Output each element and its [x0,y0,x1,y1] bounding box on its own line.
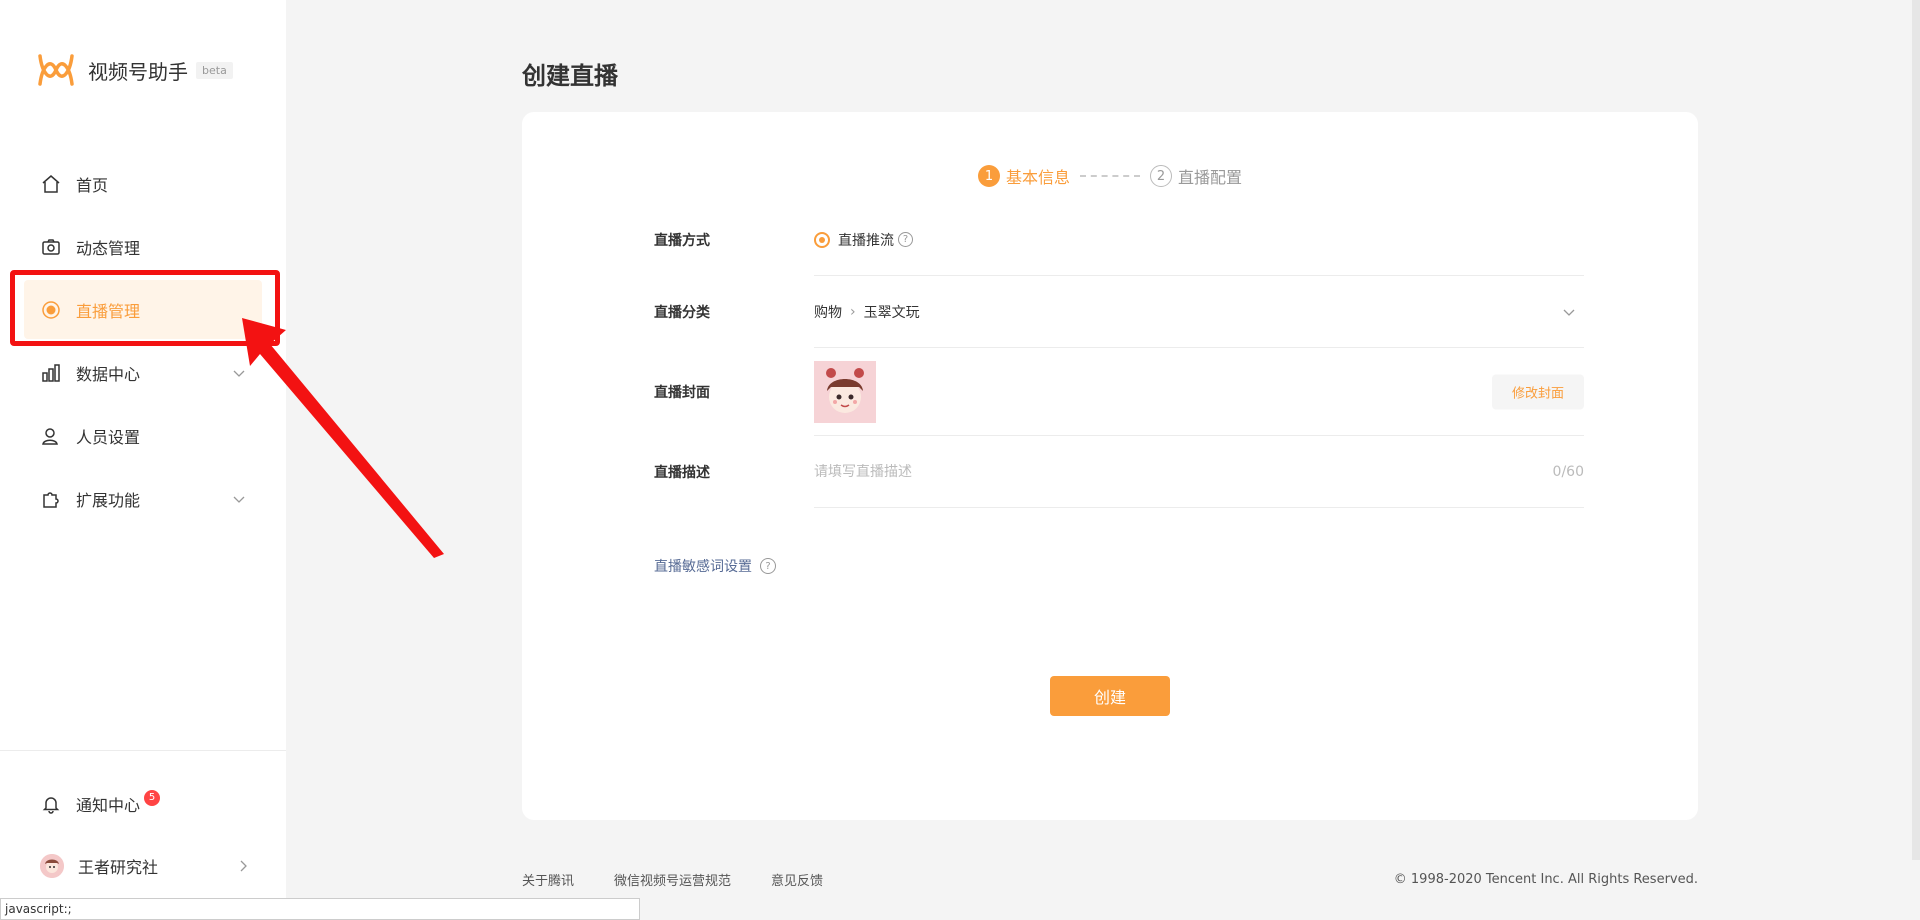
form-label: 直播分类 [654,305,710,321]
sidebar-item-label: 人员设置 [76,427,141,447]
step-basic-info: 1 基本信息 [978,164,1070,188]
sensitive-words-label[interactable]: 直播敏感词设置 [654,556,752,576]
category-select[interactable]: 购物 › 玉翠文玩 [814,276,1584,348]
camera-icon [40,236,62,258]
user-account[interactable]: 王者研究社 [40,854,247,878]
step-live-config: 2 直播配置 [1150,164,1242,188]
sidebar-item-data-center[interactable]: 数据中心 [0,341,286,404]
chevron-right-icon [240,860,247,872]
help-icon[interactable]: ? [898,232,913,247]
help-icon[interactable]: ? [760,558,776,574]
page-scrollbar[interactable] [1912,0,1920,920]
footer-link-rules[interactable]: 微信视频号运营规范 [614,870,731,889]
mode-field: 直播推流 ? [814,204,1584,276]
step-label: 直播配置 [1178,168,1243,187]
cover-image [814,360,876,423]
notification-label: 通知中心 [76,796,141,815]
description-field: 0/60 [814,436,1584,508]
sidebar-item-label: 动态管理 [76,238,141,258]
form-row-mode: 直播方式 直播推流 ? [654,204,1584,276]
app-name: 视频号助手 [88,59,188,84]
chevron-down-icon [1563,309,1575,316]
step-number: 2 [1150,165,1173,187]
channels-logo-icon [38,54,74,86]
description-input[interactable] [814,463,1414,480]
chart-icon [40,362,62,384]
puzzle-icon [40,488,62,510]
form-label: 直播描述 [654,465,710,481]
category-level2: 玉翠文玩 [863,304,920,321]
sidebar-item-label: 扩展功能 [76,490,141,510]
home-icon [40,173,62,195]
user-name: 王者研究社 [78,858,159,877]
form-row-category: 直播分类 购物 › 玉翠文玩 [654,276,1584,348]
sensitive-words-link[interactable]: 直播敏感词设置 ? [654,556,776,576]
sidebar-item-members[interactable]: 人员设置 [0,404,286,467]
form-label: 直播方式 [654,233,710,249]
step-connector [1080,175,1141,177]
sidebar-item-label: 首页 [76,175,109,195]
avatar [40,854,64,878]
sidebar-item-extensions[interactable]: 扩展功能 [0,467,286,530]
mode-option-label[interactable]: 直播推流 [838,230,894,250]
sidebar-item-label: 数据中心 [76,364,141,384]
mode-radio[interactable] [814,231,830,248]
browser-status-bar: javascript:; [0,898,640,920]
step-indicator: 1 基本信息 2 直播配置 [978,164,1242,188]
footer-link-about[interactable]: 关于腾讯 [522,870,574,889]
step-label: 基本信息 [1006,168,1071,187]
notification-count-badge: 5 [144,790,161,806]
footer: 关于腾讯 微信视频号运营规范 意见反馈 © 1998-2020 Tencent … [522,870,1698,889]
page-title: 创建直播 [522,62,618,90]
chevron-down-icon [233,496,245,503]
category-level1: 购物 [814,304,842,321]
cover-field: 修改封面 [814,348,1584,436]
form-label: 直播封面 [654,385,710,401]
change-cover-button[interactable]: 修改封面 [1491,374,1584,409]
user-settings-icon [40,425,62,447]
beta-badge: beta [196,61,233,79]
bell-icon [40,793,62,815]
scrollbar-thumb[interactable] [1912,0,1920,860]
app-logo[interactable]: 视频号助手 beta [36,52,233,88]
form-row-cover: 直播封面 修改封面 [654,348,1584,436]
chevron-down-icon [233,370,245,377]
footer-link-feedback[interactable]: 意见反馈 [771,870,823,889]
create-button[interactable]: 创建 [1050,676,1170,716]
copyright-text: © 1998-2020 Tencent Inc. All Rights Rese… [1393,872,1698,887]
sidebar-item-posts[interactable]: 动态管理 [0,215,286,278]
form-row-description: 直播描述 0/60 [654,436,1584,508]
chevron-right-icon: › [850,303,856,320]
live-icon [40,299,62,321]
sidebar-divider [0,750,286,751]
step-number: 1 [978,165,1000,187]
sidebar: 视频号助手 beta 首页 动态管理 直播管理 数据中心 人员设置 扩展功能 通… [0,0,286,920]
description-counter: 0/60 [1552,463,1584,480]
notification-center[interactable]: 通知中心 5 [40,790,161,816]
create-live-card: 1 基本信息 2 直播配置 直播方式 直播推流 ? 直播分类 购物 › 玉翠文玩… [522,112,1698,820]
sidebar-item-label: 直播管理 [76,301,141,321]
sidebar-item-home[interactable]: 首页 [0,152,286,215]
